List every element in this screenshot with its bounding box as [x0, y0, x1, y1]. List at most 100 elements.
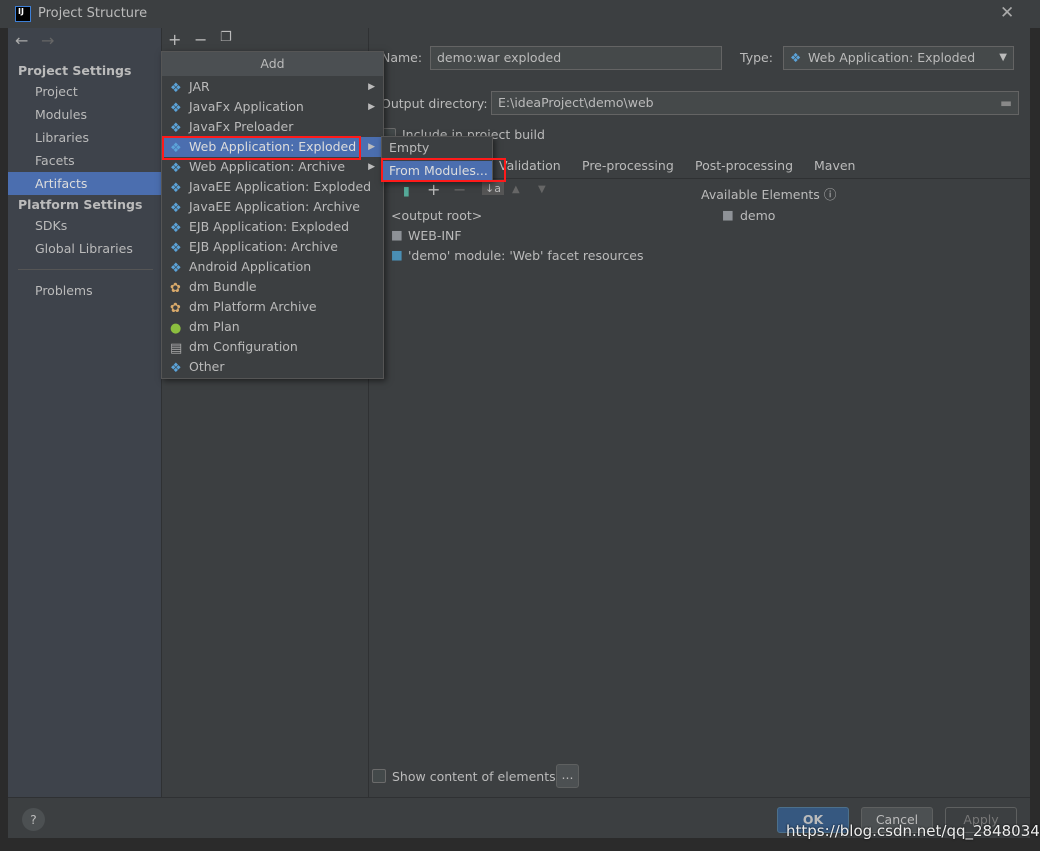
- javaee-icon: ❖: [170, 201, 182, 216]
- move-up-icon[interactable]: ▲: [512, 184, 520, 195]
- add-menu-header: Add: [162, 52, 383, 76]
- submenu-item-empty[interactable]: Empty: [382, 138, 492, 158]
- help-circle-icon[interactable]: ⓘ: [824, 187, 837, 202]
- ellipsis-button[interactable]: ...: [556, 764, 579, 788]
- menu-item[interactable]: ❖ JavaEE Application: Exploded: [162, 177, 383, 197]
- ejb-icon: ❖: [170, 241, 182, 256]
- module-folder-icon: ■: [722, 207, 734, 222]
- title-bar: IJ Project Structure ✕: [0, 0, 1040, 28]
- back-arrow-icon[interactable]: ←: [15, 31, 28, 50]
- remove-icon[interactable]: −: [194, 30, 207, 49]
- sidebar-item-project[interactable]: Project: [8, 80, 161, 103]
- tab-post-processing[interactable]: Post-processing: [695, 158, 793, 173]
- chevron-down-icon: ▼: [999, 52, 1007, 63]
- menu-item-label: dm Configuration: [189, 339, 298, 354]
- submenu-arrow-icon: ▶: [368, 82, 375, 92]
- divider: [18, 269, 153, 270]
- folder-icon[interactable]: ▬: [1000, 92, 1012, 114]
- folder-icon: ■: [391, 227, 403, 242]
- forward-arrow-icon[interactable]: →: [41, 31, 54, 50]
- intellij-logo-icon: IJ: [15, 6, 31, 22]
- highlight-box: [162, 136, 361, 160]
- menu-item[interactable]: ❖ Other: [162, 357, 383, 377]
- available-elements-text: Available Elements: [701, 187, 820, 202]
- menu-item-label: JavaFx Preloader: [189, 119, 294, 134]
- section-project-settings: Project Settings: [18, 63, 132, 78]
- menu-item-label: dm Plan: [189, 319, 240, 334]
- name-input[interactable]: demo:war exploded: [430, 46, 722, 70]
- menu-item-label: Other: [189, 359, 225, 374]
- tab-pre-processing[interactable]: Pre-processing: [582, 158, 674, 173]
- menu-item[interactable]: ● dm Plan: [162, 317, 383, 337]
- menu-item[interactable]: ❖ EJB Application: Archive: [162, 237, 383, 257]
- javaee-icon: ❖: [170, 181, 182, 196]
- tab-validation[interactable]: Validation: [499, 158, 561, 173]
- add-element-icon[interactable]: +: [427, 180, 440, 199]
- menu-item[interactable]: ❖ JavaEE Application: Archive: [162, 197, 383, 217]
- web-facet-icon: ■: [391, 247, 403, 262]
- archive-icon[interactable]: ▮: [403, 183, 410, 198]
- watermark: https://blog.csdn.net/qq_28480349: [786, 822, 1040, 840]
- menu-item-label: EJB Application: Archive: [189, 239, 338, 254]
- sidebar-item-facets[interactable]: Facets: [8, 149, 161, 172]
- window-title: Project Structure: [38, 6, 148, 21]
- sort-icon[interactable]: ↓a: [482, 182, 504, 195]
- type-value: Web Application: Exploded: [808, 50, 976, 65]
- type-select[interactable]: ❖ Web Application: Exploded ▼: [783, 46, 1014, 70]
- add-icon[interactable]: +: [168, 30, 181, 49]
- menu-item[interactable]: ❖ Web Application: Archive ▶: [162, 157, 383, 177]
- sidebar-item-sdks[interactable]: SDKs: [8, 214, 161, 237]
- menu-item-label: JAR: [189, 79, 210, 94]
- add-menu: Add ❖ JAR ▶ ❖ JavaFx Application ▶ ❖ JavaFx Pre…: [161, 51, 384, 379]
- menu-item-label: Android Application: [189, 259, 312, 274]
- menu-item[interactable]: ✿ dm Platform Archive: [162, 297, 383, 317]
- menu-item-label: Web Application: Archive: [189, 159, 346, 174]
- tree-item-output-root[interactable]: <output root>: [391, 208, 482, 223]
- copy-icon[interactable]: ❐: [220, 30, 232, 45]
- dm-bundle-icon: ✿: [170, 281, 181, 296]
- tree-item-web-inf[interactable]: WEB-INF: [408, 228, 462, 243]
- web-icon: ❖: [790, 50, 802, 65]
- dm-archive-icon: ✿: [170, 301, 181, 316]
- web-icon: ❖: [170, 161, 182, 176]
- submenu-arrow-icon: ▶: [368, 162, 375, 172]
- menu-item[interactable]: ❖ JavaFx Application ▶: [162, 97, 383, 117]
- remove-element-icon[interactable]: −: [453, 180, 466, 199]
- sidebar-item-modules[interactable]: Modules: [8, 103, 161, 126]
- menu-item[interactable]: ❖ Android Application: [162, 257, 383, 277]
- tab-maven[interactable]: Maven: [814, 158, 855, 173]
- sidebar-item-libraries[interactable]: Libraries: [8, 126, 161, 149]
- name-label: Name:: [381, 50, 423, 65]
- sidebar-item-problems[interactable]: Problems: [8, 279, 161, 302]
- menu-item[interactable]: ▤ dm Configuration: [162, 337, 383, 357]
- output-directory-value: E:\ideaProject\demo\web: [498, 95, 654, 110]
- menu-item[interactable]: ✿ dm Bundle: [162, 277, 383, 297]
- menu-item[interactable]: ❖ JavaFx Preloader: [162, 117, 383, 137]
- tree-item-facet-resources[interactable]: 'demo' module: 'Web' facet resources: [408, 248, 644, 263]
- output-directory-label: Output directory:: [381, 96, 488, 111]
- close-icon[interactable]: ✕: [1000, 3, 1014, 23]
- dm-config-icon: ▤: [170, 341, 183, 356]
- menu-item-label: JavaFx Application: [189, 99, 304, 114]
- submenu-arrow-icon: ▶: [368, 142, 375, 152]
- submenu-arrow-icon: ▶: [368, 102, 375, 112]
- menu-item-label: JavaEE Application: Archive: [189, 199, 360, 214]
- available-item-demo[interactable]: demo: [740, 208, 775, 223]
- menu-item-label: EJB Application: Exploded: [189, 219, 350, 234]
- sidebar-item-artifacts[interactable]: Artifacts: [8, 172, 161, 195]
- highlight-box: [381, 158, 506, 182]
- available-elements-label: Available Elements ⓘ: [701, 184, 836, 203]
- show-content-checkbox[interactable]: [372, 769, 386, 783]
- menu-item[interactable]: ❖ JAR ▶: [162, 77, 383, 97]
- output-directory-input[interactable]: E:\ideaProject\demo\web ▬: [491, 91, 1019, 115]
- menu-item-label: dm Bundle: [189, 279, 257, 294]
- help-button[interactable]: ?: [22, 808, 45, 831]
- android-icon: ❖: [170, 261, 182, 276]
- menu-item-label: JavaEE Application: Exploded: [189, 179, 372, 194]
- dm-plan-icon: ●: [170, 321, 182, 336]
- section-platform-settings: Platform Settings: [18, 197, 143, 212]
- ejb-icon: ❖: [170, 221, 182, 236]
- menu-item[interactable]: ❖ EJB Application: Exploded: [162, 217, 383, 237]
- move-down-icon[interactable]: ▼: [538, 184, 546, 195]
- sidebar-item-global-libraries[interactable]: Global Libraries: [8, 237, 161, 260]
